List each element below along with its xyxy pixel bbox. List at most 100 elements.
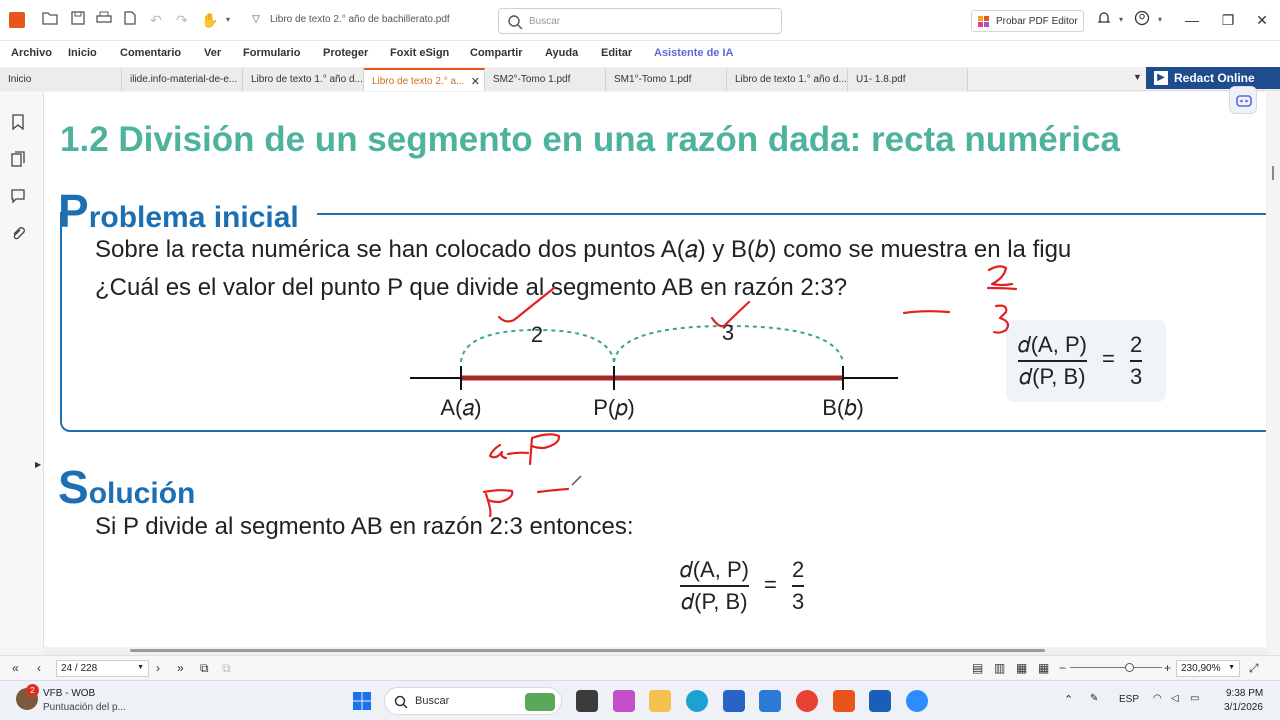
taskbar-search[interactable]: Buscar	[384, 687, 562, 715]
menu-bar: Archivo Inicio Comentario Ver Formulario…	[0, 41, 1280, 67]
tab-libro-1[interactable]: Libro de texto 1.° año d...	[243, 68, 364, 91]
account-dropdown-icon[interactable]: ▾	[1150, 10, 1170, 30]
language-indicator[interactable]: ESP	[1119, 694, 1139, 705]
tab-u1[interactable]: U1- 1.8.pdf	[848, 68, 968, 91]
store-icon[interactable]	[723, 690, 745, 712]
zoom-slider-handle[interactable]	[1125, 663, 1134, 672]
continuous-facing-view-icon[interactable]: ▦	[1038, 661, 1049, 675]
zoom-dropdown-icon[interactable]: ▼	[1228, 664, 1235, 671]
document-dropdown-icon[interactable]: ▽	[246, 10, 266, 30]
clock-date[interactable]: 3/1/2026	[1224, 702, 1263, 713]
tab-label: Libro de texto 1.° año d...	[251, 74, 363, 85]
next-view-icon[interactable]: ⧉	[222, 661, 231, 676]
fullscreen-icon[interactable]: ⤢	[1249, 661, 1259, 676]
file-explorer-icon[interactable]	[649, 690, 671, 712]
export-icon[interactable]	[120, 10, 140, 30]
facing-view-icon[interactable]: ▦	[1016, 661, 1027, 675]
attachment-icon[interactable]	[10, 226, 26, 242]
handwritten-three	[992, 304, 1010, 334]
tab-libro-2-active[interactable]: Libro de texto 2.° a... ✕	[364, 68, 485, 91]
ai-assistant-floating-icon[interactable]	[1229, 86, 1257, 114]
menu-proteger[interactable]: Proteger	[323, 47, 368, 59]
hand-tool-icon[interactable]: ✋	[200, 10, 220, 30]
hand-tool-dropdown-icon[interactable]: ▾	[218, 10, 238, 30]
zoom-level-input[interactable]: 230,90% ▼	[1176, 660, 1240, 677]
vertical-scrollbar[interactable]	[1266, 92, 1280, 647]
zoom-out-button[interactable]: −	[1059, 661, 1066, 675]
bookmark-icon[interactable]	[10, 114, 26, 130]
redo-icon[interactable]: ↷	[172, 10, 192, 30]
close-tab-icon[interactable]: ✕	[471, 75, 480, 88]
tab-list-dropdown-icon[interactable]: ▼	[1133, 72, 1142, 82]
menu-ayuda[interactable]: Ayuda	[545, 47, 578, 59]
tab-ilide[interactable]: ilide.info-material-de-e...	[122, 68, 243, 91]
menu-foxit-esign[interactable]: Foxit eSign	[390, 47, 449, 59]
handwritten-a	[488, 443, 508, 460]
search-input[interactable]: Buscar	[498, 8, 782, 34]
horizontal-scrollbar[interactable]	[44, 647, 1266, 655]
first-page-button[interactable]: «	[12, 661, 19, 675]
menu-inicio[interactable]: Inicio	[68, 47, 97, 59]
tab-sm1[interactable]: SM1°-Tomo 1.pdf	[606, 68, 727, 91]
vscode-icon[interactable]	[759, 690, 781, 712]
widgets-icon[interactable]: 2	[16, 684, 39, 710]
chrome-icon[interactable]	[796, 690, 818, 712]
battery-icon[interactable]: ▭	[1190, 693, 1199, 704]
horizontal-scroll-thumb[interactable]	[130, 649, 1045, 652]
notification-dropdown-icon[interactable]: ▾	[1111, 10, 1131, 30]
pages-icon[interactable]	[10, 151, 26, 167]
tab-label: SM2°-Tomo 1.pdf	[493, 74, 571, 85]
menu-comentario[interactable]: Comentario	[120, 47, 181, 59]
windows-start-icon[interactable]	[352, 691, 372, 711]
page-number-input[interactable]: 24 / 228 ▼	[56, 660, 149, 677]
zoom-icon[interactable]	[906, 690, 928, 712]
previous-view-icon[interactable]: ⧉	[200, 661, 209, 676]
tab-libro-1b[interactable]: Libro de texto 1.° año d...	[727, 68, 848, 91]
last-page-button[interactable]: »	[177, 661, 184, 675]
zoom-in-button[interactable]: +	[1164, 661, 1171, 675]
handwritten-fraction-bar	[986, 286, 1018, 291]
clock-time[interactable]: 9:38 PM	[1226, 688, 1263, 699]
handwritten-minus	[506, 451, 530, 456]
open-folder-icon[interactable]	[40, 10, 60, 30]
wifi-icon[interactable]: ◠	[1153, 693, 1162, 704]
widget-title[interactable]: VFB - WOB	[43, 688, 95, 699]
copilot-icon[interactable]	[613, 690, 635, 712]
print-icon[interactable]	[94, 10, 114, 30]
try-pdf-editor-button[interactable]: Probar PDF Editor	[971, 10, 1084, 32]
next-page-button[interactable]: ›	[156, 661, 160, 675]
menu-asistente-ia[interactable]: Asistente de IA	[654, 47, 733, 59]
close-window-button[interactable]: ✕	[1253, 12, 1271, 29]
comments-icon[interactable]	[10, 188, 26, 204]
page-dropdown-icon[interactable]: ▼	[137, 664, 144, 671]
word-icon[interactable]	[869, 690, 891, 712]
vertical-scroll-thumb[interactable]	[1272, 166, 1274, 180]
edge-icon[interactable]	[686, 690, 708, 712]
tab-sm2[interactable]: SM2°-Tomo 1.pdf	[485, 68, 606, 91]
menu-ver[interactable]: Ver	[204, 47, 221, 59]
volume-icon[interactable]: ◁	[1171, 693, 1179, 704]
menu-formulario[interactable]: Formulario	[243, 47, 300, 59]
tray-chevron-icon[interactable]: ⌃	[1064, 693, 1073, 706]
undo-icon[interactable]: ↶	[146, 10, 166, 30]
continuous-view-icon[interactable]: ▥	[994, 661, 1005, 675]
foxit-reader-icon[interactable]	[833, 690, 855, 712]
single-page-view-icon[interactable]: ▤	[972, 661, 983, 675]
menu-compartir[interactable]: Compartir	[470, 47, 523, 59]
tab-inicio[interactable]: Inicio	[0, 68, 122, 91]
save-icon[interactable]	[68, 10, 88, 30]
status-bar: « ‹ 24 / 228 ▼ › » ⧉ ⧉ ▤ ▥ ▦ ▦ − + 230,9…	[0, 655, 1280, 679]
widget-subtitle[interactable]: Puntuación del p...	[43, 702, 126, 713]
task-view-icon[interactable]	[576, 690, 598, 712]
expand-panel-icon[interactable]: ▶	[35, 460, 41, 469]
try-pdf-editor-label: Probar PDF Editor	[996, 16, 1078, 27]
menu-archivo[interactable]: Archivo	[11, 47, 52, 59]
redact-online-button[interactable]: ▶ Redact Online	[1146, 67, 1280, 89]
tray-pen-icon[interactable]: ✎	[1090, 693, 1098, 704]
menu-editar[interactable]: Editar	[601, 47, 632, 59]
previous-page-button[interactable]: ‹	[37, 661, 41, 675]
minimize-button[interactable]: —	[1183, 12, 1201, 28]
restore-button[interactable]: ❐	[1219, 12, 1237, 29]
account-icon[interactable]	[1132, 10, 1152, 30]
zoom-slider-track[interactable]	[1070, 667, 1162, 668]
